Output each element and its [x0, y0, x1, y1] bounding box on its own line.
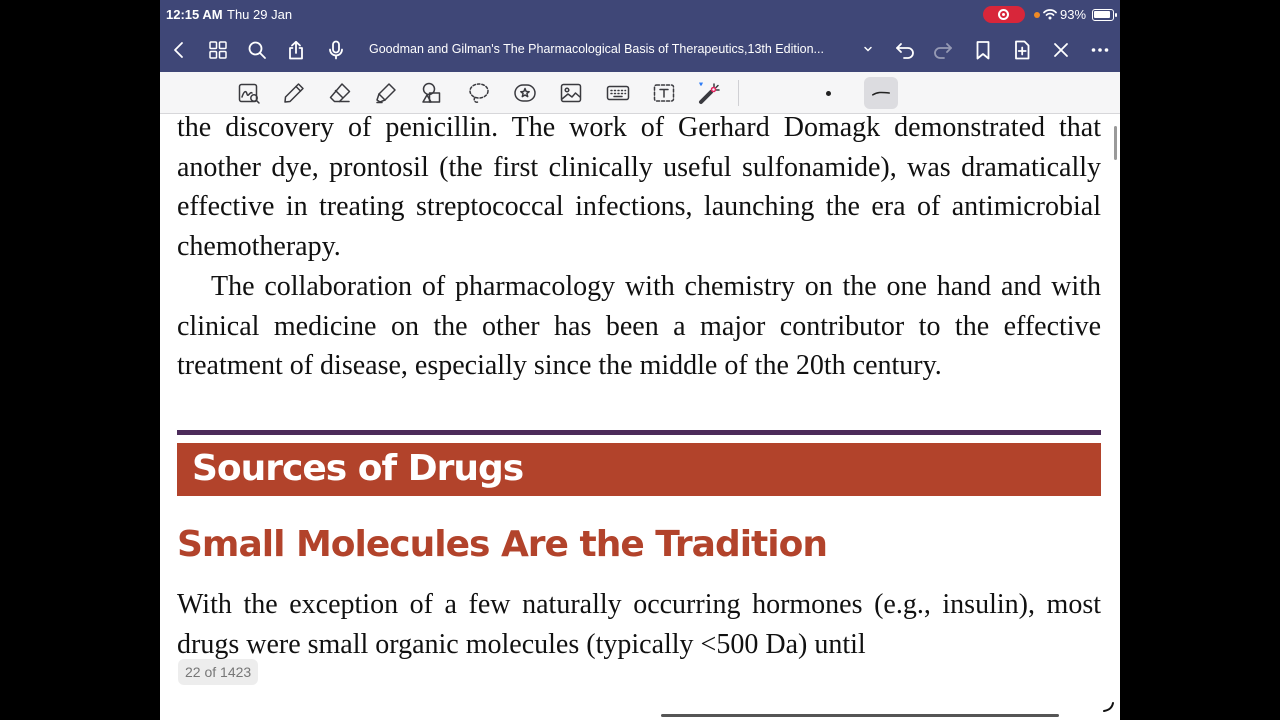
- home-indicator[interactable]: [661, 714, 1059, 717]
- navigation-bar: Goodman and Gilman's The Pharmacological…: [160, 30, 1120, 72]
- chevron-down-icon[interactable]: [862, 42, 874, 56]
- battery-icon: [1092, 9, 1117, 21]
- more-icon[interactable]: [1089, 39, 1111, 61]
- back-icon[interactable]: [168, 39, 190, 61]
- status-bar: 12:15 AM Thu 29 Jan 93%: [160, 0, 1120, 30]
- paragraph: With the exception of a few naturally oc…: [177, 589, 1101, 660]
- stroke-curve-icon: [872, 91, 890, 96]
- add-page-icon[interactable]: [1011, 39, 1033, 61]
- bookmark-icon[interactable]: [972, 39, 994, 61]
- subheading: Small Molecules Are the Tradition: [177, 524, 828, 565]
- status-date: Thu 29 Jan: [227, 7, 293, 22]
- undo-icon[interactable]: [894, 39, 916, 61]
- highlighter-icon[interactable]: [373, 80, 399, 106]
- microphone-icon[interactable]: [325, 39, 347, 61]
- screen-recording-indicator[interactable]: [983, 6, 1025, 23]
- wifi-icon: [1043, 9, 1057, 20]
- keyboard-icon[interactable]: [605, 80, 631, 106]
- document-page[interactable]: the discovery of penicillin. The work of…: [160, 114, 1120, 720]
- section-rule: [177, 430, 1101, 435]
- annotation-toolbar: [160, 72, 1120, 114]
- scrollbar-thumb[interactable]: [1114, 126, 1117, 160]
- record-icon: [998, 9, 1009, 20]
- redo-icon[interactable]: [932, 39, 954, 61]
- share-icon[interactable]: [285, 39, 307, 61]
- paragraph: The collaboration of pharmacology with c…: [177, 271, 1101, 381]
- paragraph: the discovery of penicillin. The work of…: [177, 114, 1101, 262]
- top-bar: 12:15 AM Thu 29 Jan 93% Goodman and Gilm…: [160, 0, 1120, 72]
- sticker-icon[interactable]: [512, 80, 538, 106]
- stroke-style-button[interactable]: [864, 77, 898, 109]
- close-icon[interactable]: [1050, 39, 1072, 61]
- section-heading-band: Sources of Drugs: [177, 443, 1101, 496]
- pen-icon[interactable]: [281, 80, 307, 106]
- stroke-size-dot[interactable]: [826, 91, 831, 96]
- image-icon[interactable]: [558, 80, 584, 106]
- microphone-in-use-dot: [1034, 12, 1040, 18]
- pencil-hover-icon: [1103, 702, 1114, 712]
- status-time: 12:15 AM: [166, 7, 223, 22]
- text-box-icon[interactable]: [651, 80, 677, 106]
- shapes-icon[interactable]: [419, 80, 445, 106]
- document-title[interactable]: Goodman and Gilman's The Pharmacological…: [369, 42, 824, 56]
- toolbar-separator: [738, 80, 739, 106]
- laser-pointer-icon[interactable]: [697, 80, 723, 106]
- eraser-icon[interactable]: [327, 80, 353, 106]
- read-mode-icon[interactable]: [236, 80, 262, 106]
- thumbnails-icon[interactable]: [207, 39, 229, 61]
- page-counter: 22 of 1423: [178, 659, 259, 685]
- section-title: Sources of Drugs: [192, 448, 524, 489]
- battery-percentage: 93%: [1060, 7, 1087, 22]
- lasso-icon[interactable]: [466, 80, 492, 106]
- search-icon[interactable]: [246, 39, 268, 61]
- tablet-screen: 12:15 AM Thu 29 Jan 93% Goodman and Gilm…: [160, 0, 1120, 720]
